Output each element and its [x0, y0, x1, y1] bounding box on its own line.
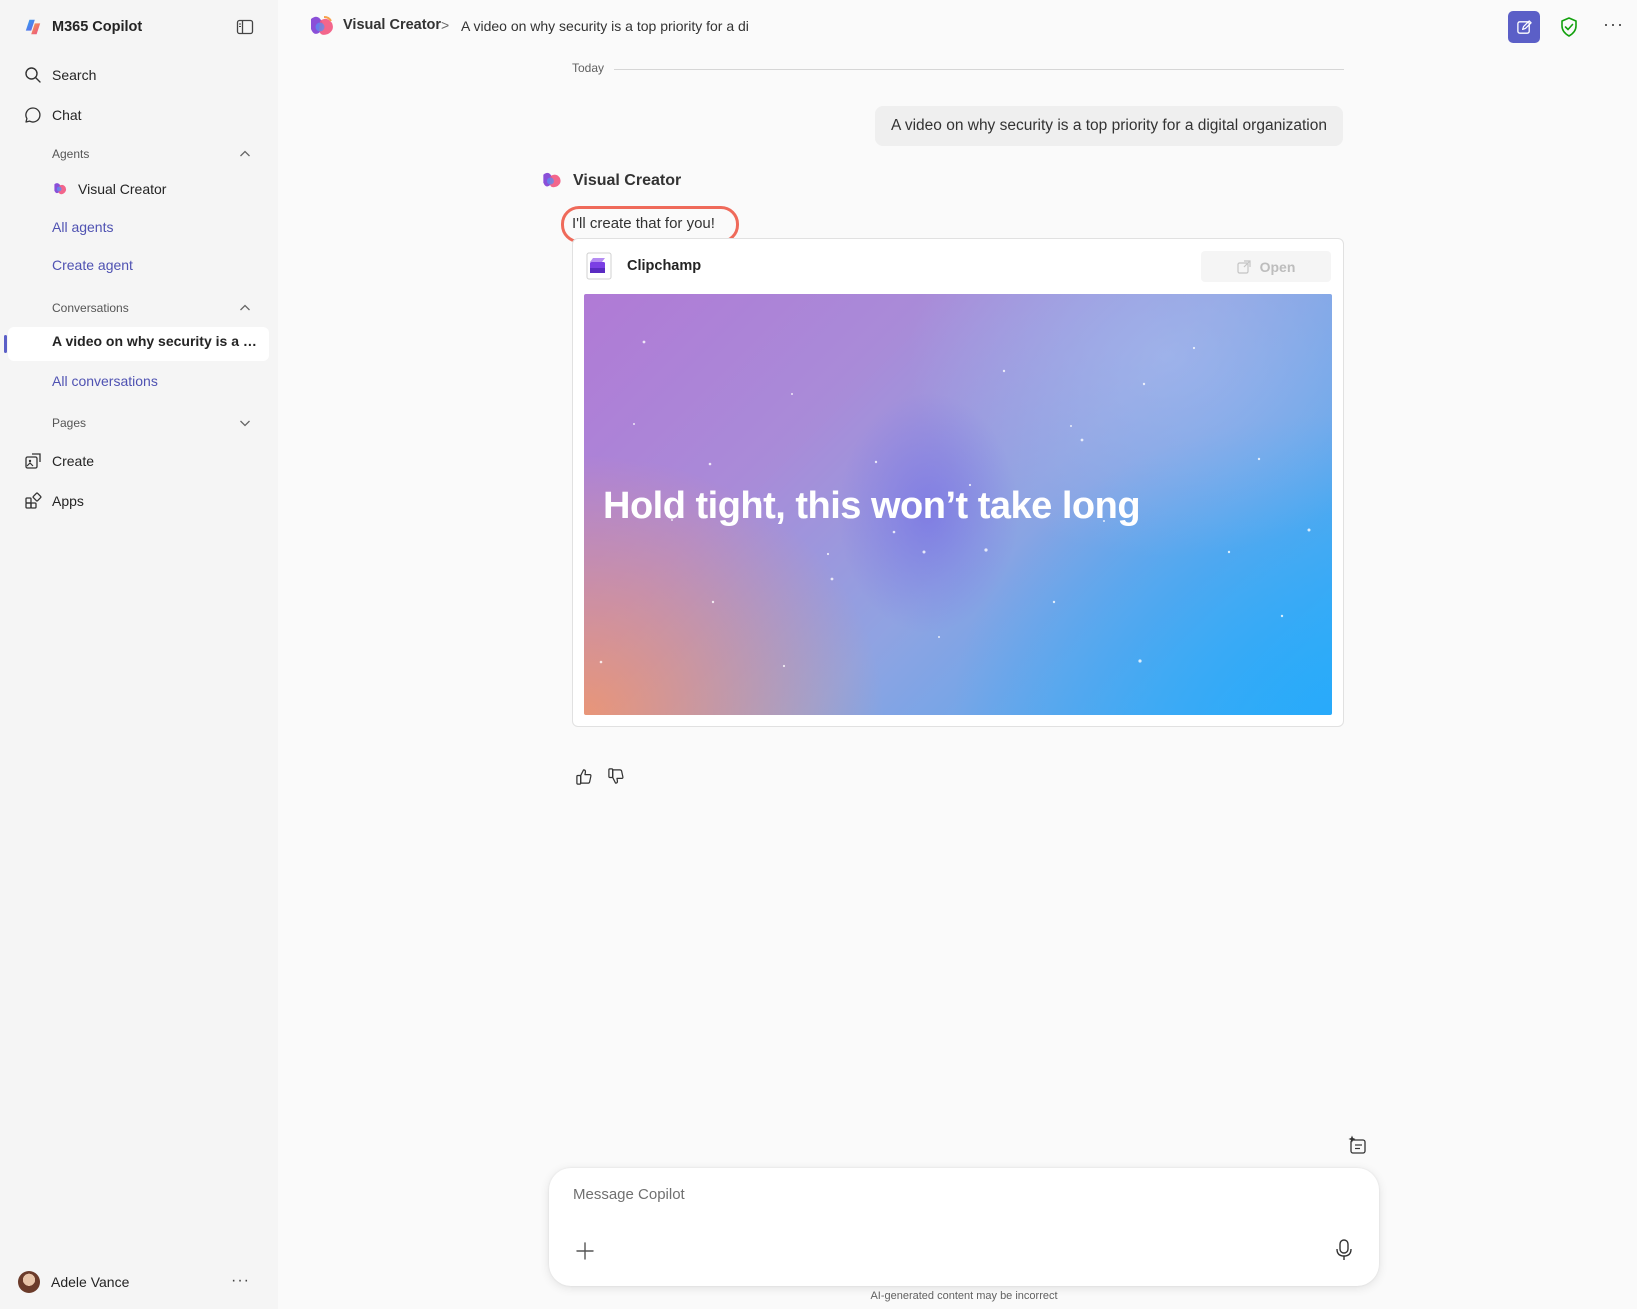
apps-grid-icon	[25, 492, 42, 509]
all-conversations-link[interactable]: All conversations	[52, 370, 158, 392]
chevron-up-icon	[240, 150, 250, 157]
active-indicator	[4, 335, 7, 353]
agents-section-label: Agents	[52, 147, 90, 161]
nav-chat[interactable]: Chat	[24, 103, 82, 127]
sidebar-toggle-icon[interactable]	[236, 18, 254, 36]
clipchamp-card: Clipchamp Open Hold tight, this won’t ta…	[572, 238, 1344, 727]
chevron-down-icon	[240, 420, 250, 427]
nav-apps[interactable]: Apps	[24, 489, 84, 513]
more-horizontal-icon[interactable]: ···	[231, 1272, 250, 1290]
compose-icon	[1516, 19, 1532, 34]
divider-line	[614, 69, 1344, 70]
active-conversation-label: A video on why security is a top priorit…	[52, 333, 257, 349]
agent-header: Visual Creator	[541, 170, 681, 192]
app-header: M365 Copilot	[24, 16, 254, 38]
feedback-bar	[575, 767, 639, 786]
nav-create[interactable]: Create	[24, 449, 94, 473]
open-external-icon	[1237, 259, 1251, 274]
user-message: A video on why security is a top priorit…	[875, 106, 1343, 146]
shield-check-icon[interactable]	[1558, 16, 1580, 38]
message-input[interactable]	[573, 1186, 1333, 1203]
card-app-name: Clipchamp	[627, 258, 702, 274]
breadcrumb-conversation: A video on why security is a top priorit…	[461, 18, 749, 34]
preview-caption: Hold tight, this won’t take long	[603, 485, 1141, 527]
sidebar-item-visual-creator-label: Visual Creator	[78, 181, 167, 197]
conversations-section-header[interactable]: Conversations	[52, 299, 252, 317]
copilot-logo-icon	[25, 19, 41, 35]
nav-create-label: Create	[52, 453, 95, 469]
visual-creator-icon	[311, 16, 333, 35]
thumbs-up-icon[interactable]	[575, 767, 594, 786]
nav-chat-label: Chat	[52, 107, 82, 123]
nav-search[interactable]: Search	[24, 63, 96, 87]
nav-search-label: Search	[52, 67, 97, 83]
date-divider-label: Today	[572, 61, 605, 75]
agent-name: Visual Creator	[573, 172, 682, 189]
pages-section-header[interactable]: Pages	[52, 414, 252, 432]
chat-bubble-icon	[25, 107, 41, 123]
all-agents-link[interactable]: All agents	[52, 216, 113, 238]
card-header: Clipchamp	[586, 252, 701, 280]
microphone-icon[interactable]	[1333, 1238, 1355, 1262]
visual-creator-icon	[54, 183, 67, 195]
chevron-up-icon	[240, 304, 250, 311]
clipchamp-icon	[586, 252, 612, 280]
prompt-gallery-icon[interactable]	[1347, 1134, 1369, 1156]
agents-section-header[interactable]: Agents	[52, 145, 252, 163]
sidebar-item-visual-creator[interactable]: Visual Creator	[52, 178, 166, 200]
nav-apps-label: Apps	[52, 493, 84, 509]
ai-disclaimer: AI-generated content may be incorrect	[870, 1290, 1058, 1302]
open-button[interactable]: Open	[1201, 251, 1331, 282]
conversations-section-label: Conversations	[52, 301, 129, 315]
create-icon	[25, 453, 41, 469]
breadcrumb-agent[interactable]: Visual Creator	[343, 17, 441, 33]
user-profile[interactable]: Adele Vance ···	[18, 1270, 250, 1294]
plus-icon[interactable]	[574, 1240, 596, 1262]
breadcrumb-separator: >	[441, 17, 450, 33]
thumbs-down-icon[interactable]	[607, 767, 626, 786]
avatar	[18, 1271, 40, 1293]
video-preview[interactable]: Hold tight, this won’t take long	[584, 294, 1332, 715]
user-name: Adele Vance	[51, 1274, 130, 1290]
date-divider: Today	[572, 61, 1344, 77]
visual-creator-icon	[543, 172, 561, 188]
pages-section-label: Pages	[52, 416, 87, 430]
new-chat-button[interactable]	[1508, 11, 1540, 43]
open-button-label: Open	[1259, 258, 1296, 275]
create-agent-link[interactable]: Create agent	[52, 254, 133, 276]
search-icon	[25, 67, 41, 83]
sidebar: M365 Copilot Search Chat Agents Visual C…	[0, 0, 278, 1309]
app-title: M365 Copilot	[52, 19, 143, 35]
top-bar: Visual Creator > A video on why security…	[278, 0, 1637, 54]
message-composer	[549, 1168, 1379, 1286]
more-horizontal-icon[interactable]: ···	[1603, 14, 1624, 35]
